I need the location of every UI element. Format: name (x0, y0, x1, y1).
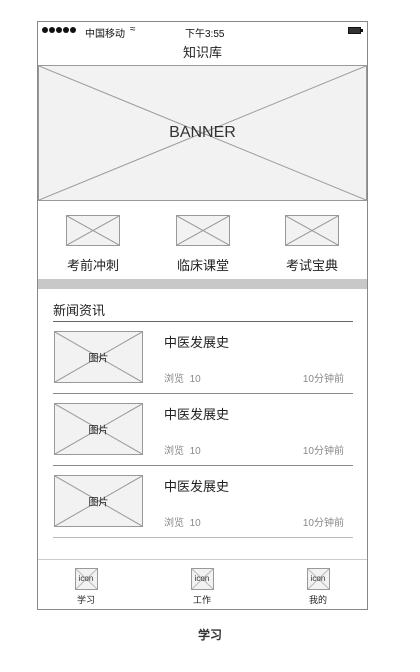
tab-mine[interactable]: icon 我的 (288, 568, 348, 606)
placeholder-image-icon (67, 216, 119, 245)
news-views-count: 10 (189, 374, 201, 385)
news-timestamp: 10分钟前 (302, 518, 344, 529)
news-thumbnail: 图片 (54, 403, 143, 455)
news-thumbnail: 图片 (54, 475, 143, 527)
signal-strength-icon (42, 27, 76, 33)
screen-caption: 学习 (197, 628, 222, 642)
page-title: 知识库 (182, 45, 222, 60)
tab-work-label: 工作 (192, 595, 211, 605)
news-views: 浏览 10 (164, 442, 201, 457)
tab-icon-text: icon (310, 574, 326, 583)
news-views-label: 浏览 (164, 374, 184, 385)
bottom-tab-bar: icon 学习 icon 工作 icon 我的 (38, 559, 367, 610)
news-thumbnail: 图片 (54, 331, 143, 383)
category-icon-handbook[interactable] (285, 215, 339, 246)
category-icon-clinical[interactable] (176, 215, 230, 246)
category-label-sprint[interactable]: 考前冲刺 (38, 255, 148, 274)
list-separator (53, 537, 353, 538)
status-bar: 中国移动 ≈ 下午3:55 (38, 22, 367, 40)
placeholder-image-icon (177, 216, 229, 245)
section-divider (38, 279, 367, 289)
news-views-label: 浏览 (164, 518, 184, 529)
news-list-item[interactable]: 图片 中医发展史 浏览 10 10分钟前 (53, 322, 353, 394)
tab-study-label: 学习 (76, 595, 95, 605)
tab-mine-label: 我的 (308, 595, 327, 605)
tab-icon-text: icon (78, 574, 94, 583)
news-list-item[interactable]: 图片 中医发展史 浏览 10 10分钟前 (53, 394, 353, 466)
tab-study[interactable]: icon 学习 (56, 568, 116, 606)
news-views-label: 浏览 (164, 446, 184, 457)
news-timestamp: 10分钟前 (302, 446, 344, 457)
news-thumbnail-label: 图片 (88, 353, 109, 365)
tab-work[interactable]: icon 工作 (172, 568, 232, 606)
category-label-clinical[interactable]: 临床课堂 (148, 255, 258, 274)
banner-label: BANNER (169, 124, 236, 141)
tab-mine-icon: icon (306, 568, 330, 590)
placeholder-image-icon (286, 216, 338, 245)
news-views: 浏览 10 (164, 514, 201, 529)
news-views-count: 10 (189, 518, 201, 529)
status-time: 下午3:55 (185, 29, 225, 40)
carrier-name: 中国移动 (85, 29, 125, 40)
news-title: 中医发展史 (164, 407, 230, 422)
tab-icon-text: icon (194, 574, 210, 583)
banner-placeholder[interactable]: BANNER (38, 65, 367, 201)
news-section-heading: 新闻资讯 (53, 303, 106, 318)
tab-study-icon: icon (74, 568, 98, 590)
phone-frame: 中国移动 ≈ 下午3:55 知识库 BANNER 考前冲刺 临床课堂 考试宝典 (37, 21, 368, 610)
news-views-count: 10 (189, 446, 201, 457)
category-label-handbook[interactable]: 考试宝典 (257, 255, 367, 274)
wifi-icon: ≈ (130, 24, 136, 35)
battery-icon (348, 27, 363, 34)
news-thumbnail-label: 图片 (88, 497, 109, 509)
category-icon-sprint[interactable] (66, 215, 120, 246)
news-title: 中医发展史 (164, 335, 230, 350)
news-timestamp: 10分钟前 (302, 374, 344, 385)
news-thumbnail-label: 图片 (88, 425, 109, 437)
news-title: 中医发展史 (164, 479, 230, 494)
news-views: 浏览 10 (164, 370, 201, 385)
news-list-item[interactable]: 图片 中医发展史 浏览 10 10分钟前 (53, 466, 353, 538)
tab-work-icon: icon (190, 568, 214, 590)
